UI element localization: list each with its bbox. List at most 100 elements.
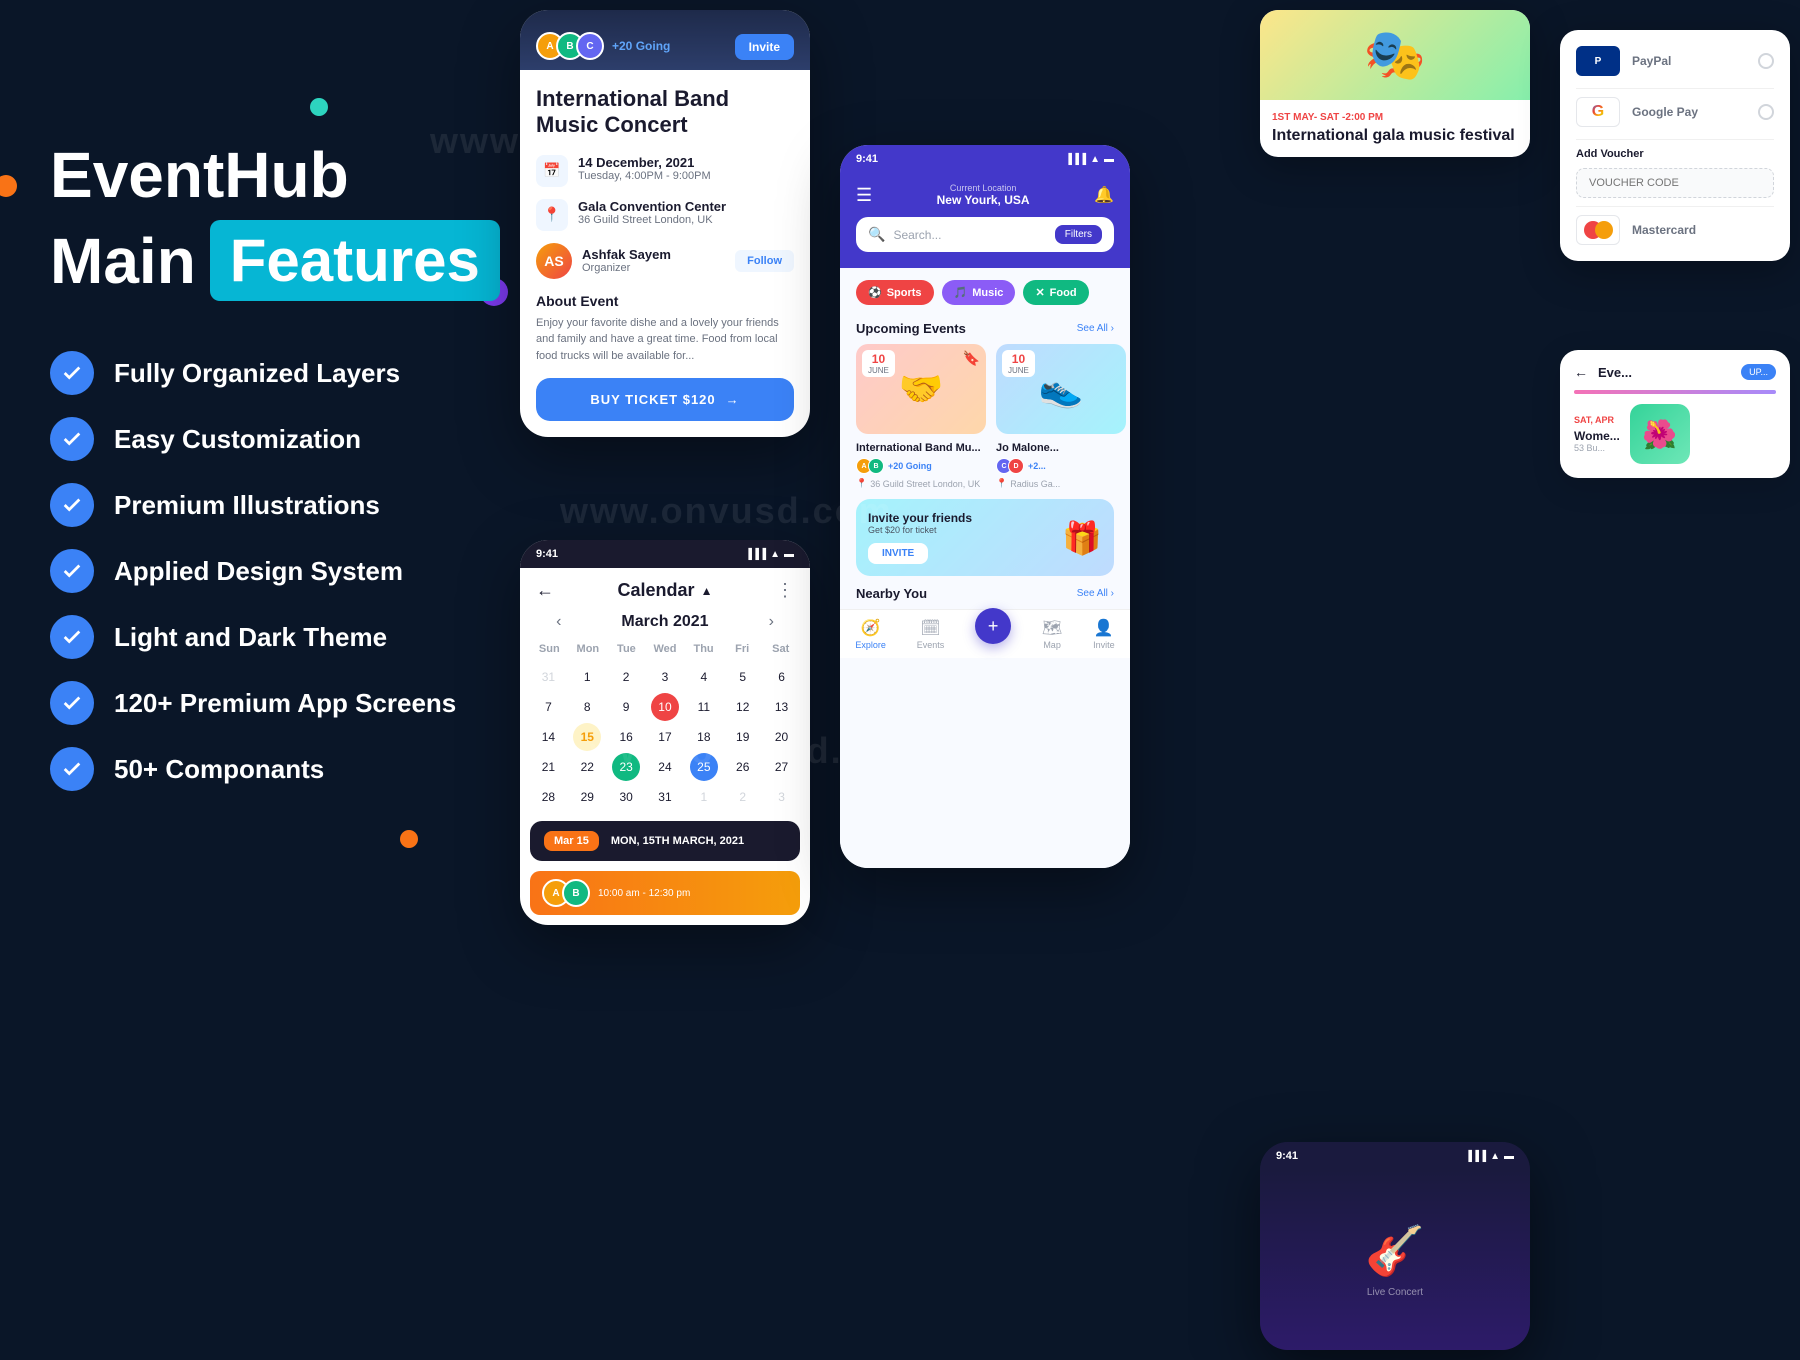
feature-label-7: 50+ Componants bbox=[114, 754, 324, 785]
app-wifi-icon: ▲ bbox=[1090, 154, 1100, 165]
mastercard-method: Mastercard bbox=[1576, 215, 1774, 245]
notification-icon[interactable]: 🔔 bbox=[1094, 185, 1114, 205]
date-11[interactable]: 11 bbox=[690, 693, 718, 721]
explore-label: Explore bbox=[855, 640, 886, 650]
date-31[interactable]: 31 bbox=[651, 783, 679, 811]
prev-month-button[interactable]: ‹ bbox=[556, 613, 561, 631]
next-month-button[interactable]: › bbox=[769, 613, 774, 631]
event-list-back-button[interactable]: ← bbox=[1574, 364, 1588, 380]
date-13[interactable]: 13 bbox=[768, 693, 796, 721]
date-28[interactable]: 28 bbox=[534, 783, 562, 811]
date-26[interactable]: 26 bbox=[729, 753, 757, 781]
calendar-grid: Sun Mon Tue Wed Thu Fri Sat 31 1 2 3 4 5… bbox=[520, 639, 810, 811]
menu-icon[interactable]: ☰ bbox=[856, 185, 872, 206]
dark-signal-icon: ▐▐▐ bbox=[1465, 1151, 1486, 1162]
date-8[interactable]: 8 bbox=[573, 693, 601, 721]
date-30[interactable]: 30 bbox=[612, 783, 640, 811]
invite-illustration: 🎁 bbox=[1062, 519, 1102, 557]
about-title: About Event bbox=[536, 293, 794, 309]
filter-button[interactable]: Filters bbox=[1055, 225, 1102, 244]
nav-explore[interactable]: 🧭 Explore bbox=[855, 618, 886, 650]
paypal-radio[interactable] bbox=[1758, 53, 1774, 69]
date-29[interactable]: 29 bbox=[573, 783, 601, 811]
date-2[interactable]: 2 bbox=[612, 663, 640, 691]
calendar-more-button[interactable]: ⋮ bbox=[776, 580, 794, 601]
day-mon: Mon bbox=[569, 639, 608, 659]
phones-area: A B C +20 Going Invite International Ban… bbox=[500, 0, 1800, 1360]
date-3-next[interactable]: 3 bbox=[768, 783, 796, 811]
google-radio[interactable] bbox=[1758, 104, 1774, 120]
feature-label-6: 120+ Premium App Screens bbox=[114, 688, 456, 719]
day-tue: Tue bbox=[607, 639, 646, 659]
bookmark-icon-1[interactable]: 🔖 bbox=[963, 350, 980, 367]
date-14[interactable]: 14 bbox=[534, 723, 562, 751]
app-header-top: ☰ Current Location New Yourk, USA 🔔 bbox=[856, 183, 1114, 207]
app-time: 9:41 bbox=[856, 153, 878, 165]
food-tab[interactable]: ✕ Food bbox=[1023, 280, 1088, 305]
check-icon-5 bbox=[50, 615, 94, 659]
invite-small-button[interactable]: INVITE bbox=[868, 543, 928, 564]
date-1-next[interactable]: 1 bbox=[690, 783, 718, 811]
calendar-header: ← Calendar ▲ ⋮ bbox=[520, 568, 810, 609]
date-7[interactable]: 7 bbox=[534, 693, 562, 721]
date-19[interactable]: 19 bbox=[729, 723, 757, 751]
bottom-nav: 🧭 Explore 🗓 Events + 🗺 Map 👤 Invite bbox=[840, 609, 1130, 658]
phone-dark-theme: 9:41 ▐▐▐ ▲ ▬ 🎸 Live Concert bbox=[1260, 1142, 1530, 1350]
nav-fab[interactable]: + bbox=[975, 618, 1011, 650]
feature-item-6: 120+ Premium App Screens bbox=[50, 681, 510, 725]
buy-ticket-button[interactable]: BUY TICKET $120 → bbox=[536, 378, 794, 421]
feature-item-2: Easy Customization bbox=[50, 417, 510, 461]
invite-button[interactable]: Invite bbox=[735, 34, 794, 60]
date-24[interactable]: 24 bbox=[651, 753, 679, 781]
back-button[interactable]: ← bbox=[536, 580, 554, 601]
nav-events[interactable]: 🗓 Events bbox=[917, 618, 945, 650]
dark-time: 9:41 bbox=[1276, 1150, 1298, 1162]
date-22[interactable]: 22 bbox=[573, 753, 601, 781]
voucher-input[interactable] bbox=[1576, 168, 1774, 198]
fab-add-button[interactable]: + bbox=[975, 608, 1011, 644]
date-2-next[interactable]: 2 bbox=[729, 783, 757, 811]
feature-label-3: Premium Illustrations bbox=[114, 490, 380, 521]
signal-icon: ▐▐▐ bbox=[745, 549, 766, 560]
date-27[interactable]: 27 bbox=[768, 753, 796, 781]
calendar-arrow: ▲ bbox=[701, 584, 713, 598]
date-20[interactable]: 20 bbox=[768, 723, 796, 751]
music-tab[interactable]: 🎵 Music bbox=[942, 280, 1016, 305]
date-16[interactable]: 16 bbox=[612, 723, 640, 751]
see-all-nearby[interactable]: See All › bbox=[1077, 588, 1114, 599]
date-18[interactable]: 18 bbox=[690, 723, 718, 751]
loc-pin-icon-1: 📍 bbox=[856, 478, 867, 489]
see-all-upcoming[interactable]: See All › bbox=[1077, 323, 1114, 334]
date-21[interactable]: 21 bbox=[534, 753, 562, 781]
google-pay-method: G Google Pay bbox=[1576, 97, 1774, 127]
date-25-selected[interactable]: 25 bbox=[690, 753, 718, 781]
battery-icon: ▬ bbox=[784, 549, 794, 560]
app-header: ☰ Current Location New Yourk, USA 🔔 🔍 Se… bbox=[840, 173, 1130, 268]
event-going-2: C D +2... bbox=[996, 458, 1126, 474]
date-5[interactable]: 5 bbox=[729, 663, 757, 691]
nav-map[interactable]: 🗺 Map bbox=[1042, 618, 1062, 650]
phone4-status-bar: 9:41 ▐▐▐ ▲ ▬ bbox=[1260, 1142, 1530, 1170]
date-10-today[interactable]: 10 bbox=[651, 693, 679, 721]
search-bar[interactable]: 🔍 Search... Filters bbox=[856, 217, 1114, 252]
dark-wifi-icon: ▲ bbox=[1490, 1151, 1500, 1162]
women-title: Wome... bbox=[1574, 429, 1620, 443]
feature-label-1: Fully Organized Layers bbox=[114, 358, 400, 389]
date-17[interactable]: 17 bbox=[651, 723, 679, 751]
sports-tab[interactable]: ⚽ Sports bbox=[856, 280, 934, 305]
date-12[interactable]: 12 bbox=[729, 693, 757, 721]
check-icon-2 bbox=[50, 417, 94, 461]
date-3[interactable]: 3 bbox=[651, 663, 679, 691]
tiny-av-4: D bbox=[1008, 458, 1024, 474]
location-icon: 📍 bbox=[536, 199, 568, 231]
date-4[interactable]: 4 bbox=[690, 663, 718, 691]
date-1[interactable]: 1 bbox=[573, 663, 601, 691]
follow-button[interactable]: Follow bbox=[735, 250, 794, 272]
date-31-prev[interactable]: 31 bbox=[534, 663, 562, 691]
date-6[interactable]: 6 bbox=[768, 663, 796, 691]
date-15-highlighted[interactable]: 15 bbox=[573, 723, 601, 751]
date-9[interactable]: 9 bbox=[612, 693, 640, 721]
phone-eventhub-app: 9:41 ▐▐▐ ▲ ▬ ☰ Current Location New Your… bbox=[840, 145, 1130, 868]
date-23-selected[interactable]: 23 bbox=[612, 753, 640, 781]
nav-invite[interactable]: 👤 Invite bbox=[1093, 618, 1115, 650]
